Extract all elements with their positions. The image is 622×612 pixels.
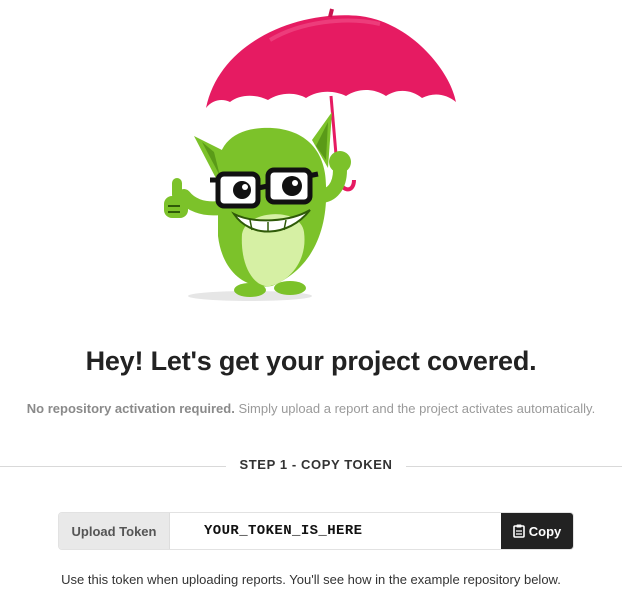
page-title: Hey! Let's get your project covered. (85, 346, 537, 376)
mascot-umbrella-illustration (164, 8, 456, 301)
divider-line-left (0, 466, 226, 467)
copy-button-label: Copy (528, 523, 562, 539)
page-subtitle: No repository activation required. Simpl… (0, 401, 622, 416)
step-divider: STEP 1 - COPY TOKEN (0, 457, 622, 475)
divider-line-right (406, 466, 622, 467)
onboarding-page: Hey! Let's get your project covered. No … (0, 0, 622, 612)
subtitle-text: Simply upload a report and the project a… (234, 401, 596, 416)
upload-token-group: Upload Token YOUR_TOKEN_IS_HERE Copy (58, 512, 574, 550)
clipboard-icon (512, 524, 525, 538)
upload-token-value[interactable]: YOUR_TOKEN_IS_HERE (170, 513, 501, 549)
subtitle-emphasis: No repository activation required. (26, 401, 235, 416)
copy-token-button[interactable]: Copy (501, 513, 573, 549)
step-label: STEP 1 - COPY TOKEN (239, 457, 393, 472)
upload-token-label: Upload Token (59, 513, 170, 549)
token-helper-text: Use this token when uploading reports. Y… (61, 572, 561, 587)
